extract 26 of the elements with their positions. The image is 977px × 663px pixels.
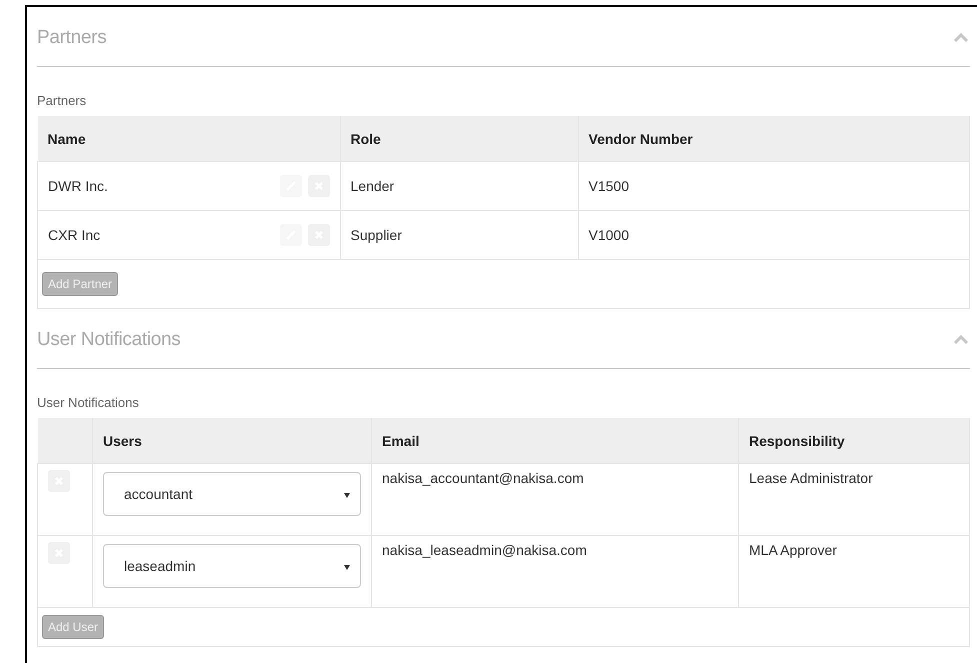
table-caption: User Notifications bbox=[37, 395, 140, 410]
caret-icon bbox=[344, 565, 350, 570]
table-cell: Lender bbox=[340, 162, 578, 210]
table-caption: Partners bbox=[37, 93, 88, 108]
column-header: Email bbox=[372, 418, 738, 464]
table-cell: V1000 bbox=[578, 210, 970, 260]
table-cell: nakisa_leaseadmin@nakisa.com bbox=[372, 536, 738, 608]
table-cell: MLA Approver bbox=[738, 536, 970, 608]
column-header: Role bbox=[340, 116, 578, 162]
column-header: Vendor Number bbox=[578, 116, 970, 162]
column-header: Name bbox=[38, 116, 340, 162]
table-cell: Supplier bbox=[340, 210, 578, 260]
column-header: Users bbox=[92, 418, 372, 464]
table-cell: nakisa_accountant@nakisa.com bbox=[372, 464, 738, 536]
table-cell: CXR Inc bbox=[48, 227, 100, 243]
section-title: Partners bbox=[37, 26, 106, 48]
collapse-chevron-icon[interactable] bbox=[954, 335, 968, 344]
table-cell: Lease Administrator bbox=[738, 464, 970, 536]
table-cell: V1500 bbox=[578, 162, 970, 210]
user-dropdown[interactable]: leaseadmin bbox=[103, 544, 361, 588]
caret-icon bbox=[344, 493, 350, 498]
section-title: User Notifications bbox=[37, 328, 180, 350]
user-dropdown[interactable]: accountant bbox=[103, 472, 361, 516]
table-cell: DWR Inc. bbox=[48, 178, 108, 194]
collapse-chevron-icon[interactable] bbox=[954, 33, 968, 42]
column-header: Responsibility bbox=[738, 418, 970, 464]
